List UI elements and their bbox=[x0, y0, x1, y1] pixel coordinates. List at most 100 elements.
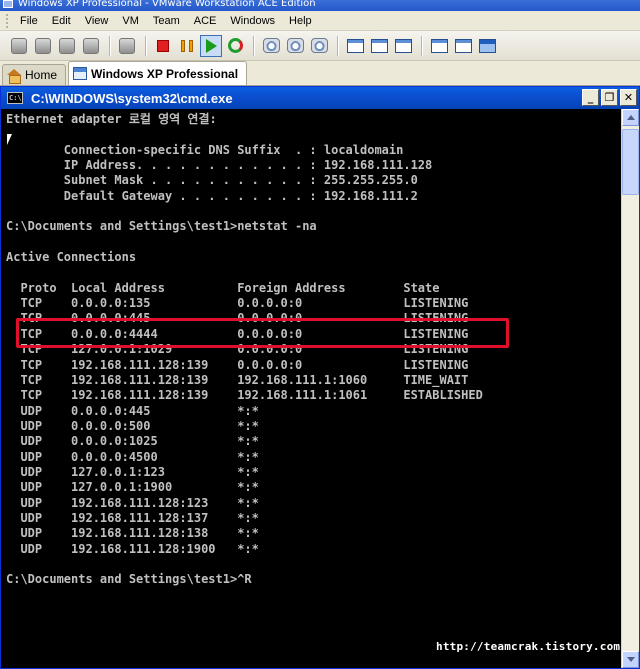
scroll-thumb[interactable] bbox=[622, 129, 639, 195]
show-sidebar-button[interactable] bbox=[344, 35, 366, 57]
team-resume-button[interactable] bbox=[56, 35, 78, 57]
team-power-button[interactable] bbox=[8, 35, 30, 57]
menu-ace[interactable]: ACE bbox=[188, 15, 225, 27]
vertical-scrollbar[interactable] bbox=[621, 109, 639, 668]
tab-windows-xp-label: Windows XP Professional bbox=[91, 66, 239, 81]
thumbnail-view-button[interactable] bbox=[452, 35, 474, 57]
full-screen-button[interactable] bbox=[392, 35, 414, 57]
snapshot-icon bbox=[262, 38, 280, 53]
toolbar-separator bbox=[421, 35, 423, 56]
console-app-icon[interactable]: C:\ bbox=[7, 92, 23, 104]
console-line: UDP 127.0.0.1:123 *:* bbox=[6, 464, 259, 479]
team-suspend-button[interactable] bbox=[32, 35, 54, 57]
vm-icon bbox=[73, 67, 88, 80]
power-on-button[interactable] bbox=[200, 34, 222, 57]
cmd-title-text: C:\WINDOWS\system32\cmd.exe bbox=[31, 90, 233, 106]
quick-switch-icon bbox=[370, 38, 388, 53]
vmware-app-icon bbox=[3, 0, 13, 8]
sidebar-icon bbox=[346, 38, 364, 53]
console-line: TCP 0.0.0.0:445 0.0.0.0:0 LISTENING bbox=[6, 311, 469, 326]
snapshot-manager-button[interactable] bbox=[308, 35, 330, 57]
vmware-title-bar: Windows XP Professional - VMware Worksta… bbox=[0, 0, 640, 11]
close-button[interactable]: ✕ bbox=[620, 89, 637, 106]
console-line: C:\Documents and Settings\test1>netstat … bbox=[6, 219, 317, 234]
refresh-icon bbox=[227, 38, 243, 53]
console-line: TCP 127.0.0.1:1029 0.0.0.0:0 LISTENING bbox=[6, 342, 469, 357]
snapshot-manager-icon bbox=[310, 38, 328, 53]
console-line: Active Connections bbox=[6, 250, 137, 265]
stop-icon bbox=[157, 39, 169, 52]
scroll-up-button[interactable] bbox=[622, 109, 639, 126]
console-line: Proto Local Address Foreign Address Stat… bbox=[6, 280, 440, 295]
console-line: UDP 192.168.111.128:123 *:* bbox=[6, 495, 259, 510]
console-line: TCP 192.168.111.128:139 192.168.111.1:10… bbox=[6, 388, 483, 403]
watermark: http://teamcrak.tistory.com bbox=[436, 640, 621, 653]
revert-snapshot-button[interactable] bbox=[284, 35, 306, 57]
team-power-icon bbox=[11, 37, 27, 54]
summary-button[interactable] bbox=[116, 35, 138, 57]
summary-icon bbox=[119, 37, 135, 54]
console-line: TCP 192.168.111.128:139 192.168.111.1:10… bbox=[6, 372, 469, 387]
team-reset-icon bbox=[83, 37, 99, 54]
window-controls: _ ❐ ✕ bbox=[580, 89, 637, 106]
team-reset-button[interactable] bbox=[80, 35, 102, 57]
minimize-button[interactable]: _ bbox=[582, 89, 599, 106]
console-line: Default Gateway . . . . . . . . . : 192.… bbox=[6, 188, 418, 203]
tab-home-label: Home bbox=[25, 68, 58, 82]
take-snapshot-button[interactable] bbox=[260, 35, 282, 57]
console-line: Connection-specific DNS Suffix . : local… bbox=[6, 142, 404, 157]
menu-edit[interactable]: Edit bbox=[46, 15, 79, 27]
menu-windows[interactable]: Windows bbox=[224, 15, 283, 27]
toolbar-separator bbox=[145, 35, 147, 56]
full-screen-icon bbox=[394, 38, 412, 53]
revert-snapshot-icon bbox=[286, 38, 304, 53]
quick-switch-button[interactable] bbox=[368, 35, 390, 57]
toolbar-separator bbox=[253, 35, 255, 56]
console-icon bbox=[430, 38, 448, 53]
toolbar-separator bbox=[337, 35, 339, 56]
console-line: UDP 0.0.0.0:500 *:* bbox=[6, 418, 259, 433]
play-icon bbox=[205, 38, 217, 53]
menu-team[interactable]: Team bbox=[147, 15, 188, 27]
menu-grip bbox=[6, 13, 10, 28]
suspend-button[interactable] bbox=[176, 35, 198, 57]
vmware-menu-bar: File Edit View VM Team ACE Windows Help bbox=[0, 11, 640, 31]
cmd-window[interactable]: C:\ C:\WINDOWS\system32\cmd.exe _ ❐ ✕ Et… bbox=[0, 86, 640, 669]
reset-button[interactable] bbox=[224, 35, 246, 57]
console-line: IP Address. . . . . . . . . . . . : 192.… bbox=[6, 158, 433, 173]
menu-view[interactable]: View bbox=[79, 15, 117, 27]
console-line: UDP 0.0.0.0:1025 *:* bbox=[6, 434, 259, 449]
console-line: Subnet Mask . . . . . . . . . . . : 255.… bbox=[6, 173, 418, 188]
team-resume-icon bbox=[59, 37, 75, 54]
tab-windows-xp[interactable]: Windows XP Professional bbox=[68, 61, 248, 85]
console-line: UDP 127.0.0.1:1900 *:* bbox=[6, 480, 259, 495]
menu-file[interactable]: File bbox=[14, 15, 46, 27]
console-line: C:\Documents and Settings\test1>^R bbox=[6, 572, 252, 587]
scroll-down-button[interactable] bbox=[622, 651, 639, 668]
restore-button[interactable]: ❐ bbox=[601, 89, 618, 106]
menu-vm[interactable]: VM bbox=[116, 15, 147, 27]
summary-view-button[interactable] bbox=[476, 35, 498, 57]
console-line: UDP 0.0.0.0:4500 *:* bbox=[6, 449, 259, 464]
console-line: Ethernet adapter 로컬 영역 연결: bbox=[6, 112, 217, 126]
console-view-button[interactable] bbox=[428, 35, 450, 57]
console-line: TCP 0.0.0.0:4444 0.0.0.0:0 LISTENING bbox=[6, 326, 469, 341]
menu-help[interactable]: Help bbox=[283, 15, 320, 27]
summary-view-icon bbox=[478, 38, 496, 53]
tab-home[interactable]: Home bbox=[2, 64, 67, 85]
cmd-title-bar[interactable]: C:\ C:\WINDOWS\system32\cmd.exe _ ❐ ✕ bbox=[1, 87, 639, 109]
console-output[interactable]: Ethernet adapter 로컬 영역 연결: Connection-sp… bbox=[1, 109, 621, 668]
vmware-toolbar bbox=[0, 31, 640, 61]
console-line: UDP 192.168.111.128:138 *:* bbox=[6, 526, 259, 541]
console-line: TCP 0.0.0.0:135 0.0.0.0:0 LISTENING bbox=[6, 296, 469, 311]
power-off-button[interactable] bbox=[152, 35, 174, 57]
console-line: UDP 0.0.0.0:445 *:* bbox=[6, 403, 259, 418]
vm-tab-bar: Home Windows XP Professional bbox=[0, 61, 640, 86]
team-suspend-icon bbox=[35, 37, 51, 54]
mouse-cursor-icon bbox=[7, 134, 12, 145]
